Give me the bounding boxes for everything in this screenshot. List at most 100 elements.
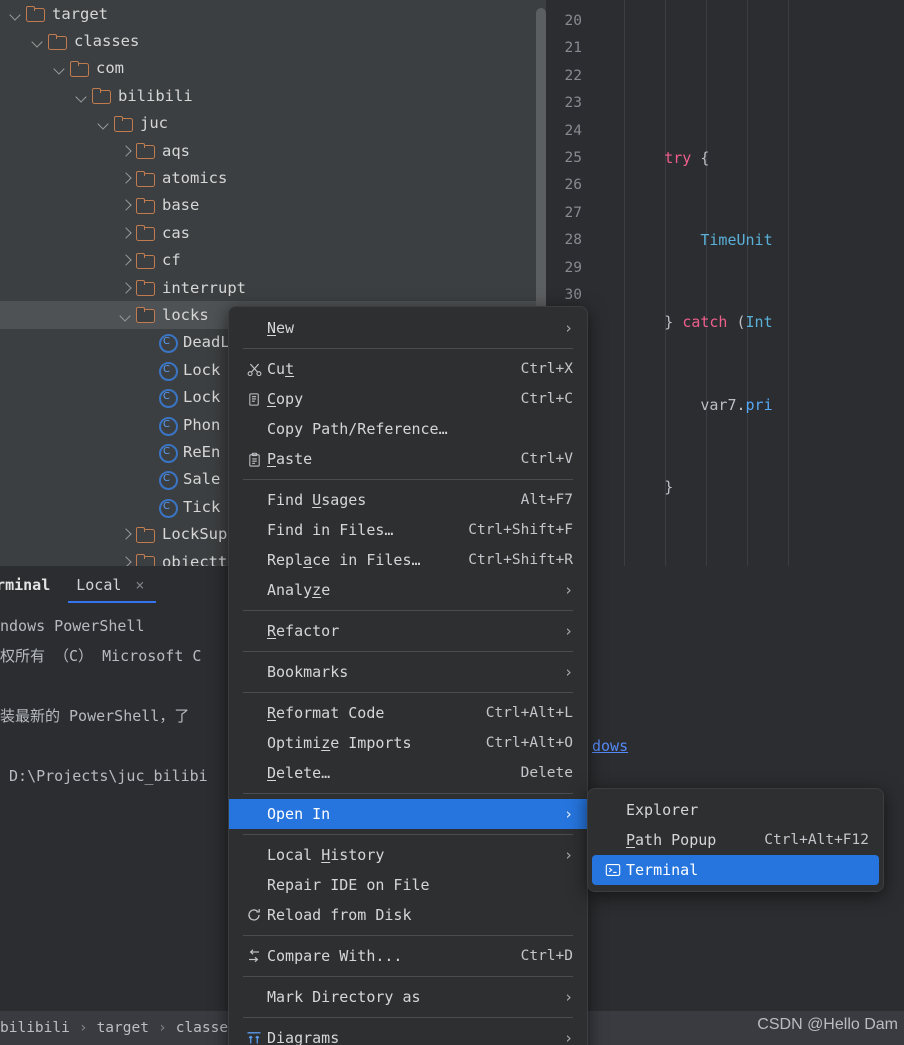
menu-item-label: Refactor xyxy=(267,622,340,640)
tree-item-aqs[interactable]: aqs xyxy=(0,137,546,164)
line-number: 29 xyxy=(564,259,582,276)
chevron-right-icon[interactable] xyxy=(118,526,134,542)
line-number: 21 xyxy=(564,40,582,57)
menu-separator xyxy=(243,793,573,794)
tree-item-label: objectth xyxy=(162,552,237,567)
chevron-right-icon[interactable] xyxy=(118,225,134,241)
tree-item-label: target xyxy=(52,4,108,23)
menu-item-cut[interactable]: Cut Ctrl+X xyxy=(229,354,587,384)
close-icon[interactable]: × xyxy=(135,576,144,594)
menu-item-copy[interactable]: Copy Ctrl+C xyxy=(229,384,587,414)
menu-separator xyxy=(243,651,573,652)
class-icon: C xyxy=(158,333,178,354)
tree-item-label: bilibili xyxy=(118,86,193,105)
chevron-right-icon[interactable] xyxy=(118,197,134,213)
menu-item-mark-directory-as[interactable]: Mark Directory as › xyxy=(229,982,587,1012)
menu-item-label: Analyze xyxy=(267,581,331,599)
folder-icon xyxy=(136,170,155,187)
menu-item-optimize-imports[interactable]: Optimize Imports Ctrl+Alt+O xyxy=(229,728,587,758)
tree-item-label: ReEn xyxy=(183,442,221,461)
menu-item-label: Bookmarks xyxy=(267,663,349,681)
menu-item-terminal[interactable]: Terminal xyxy=(592,855,879,885)
menu-item-delete[interactable]: Delete… Delete xyxy=(229,758,587,788)
class-icon: C xyxy=(158,498,178,518)
menu-item-copy-path-reference[interactable]: Copy Path/Reference… xyxy=(229,414,587,444)
menu-separator xyxy=(243,479,573,480)
tree-item-label: Tick xyxy=(183,497,221,516)
code-content[interactable]: try { TimeUnit } catch (Int var7.pri } s… xyxy=(592,8,904,566)
menu-item-compare-with[interactable]: Compare With... Ctrl+D xyxy=(229,941,587,971)
line-number: 27 xyxy=(564,204,582,221)
chevron-right-icon: › xyxy=(563,1029,573,1045)
chevron-right-icon: › xyxy=(563,319,573,337)
tree-item-com[interactable]: com xyxy=(0,55,546,82)
tree-item-cf[interactable]: cf xyxy=(0,247,546,274)
tree-item-interrupt[interactable]: interrupt xyxy=(0,274,546,301)
chevron-down-icon[interactable] xyxy=(8,6,24,22)
menu-item-shortcut: Ctrl+X xyxy=(520,361,573,377)
menu-item-label: Replace in Files… xyxy=(267,551,421,569)
chevron-right-icon[interactable] xyxy=(118,280,134,296)
menu-item-open-in[interactable]: Open In › xyxy=(229,799,587,829)
menu-item-shortcut: Ctrl+D xyxy=(520,948,573,964)
menu-item-repair-ide-on-file[interactable]: Repair IDE on File xyxy=(229,870,587,900)
menu-item-label: Local History xyxy=(267,846,385,864)
tree-item-juc[interactable]: juc xyxy=(0,110,546,137)
tree-item-base[interactable]: base xyxy=(0,192,546,219)
tree-item-cas[interactable]: cas xyxy=(0,219,546,246)
chevron-right-icon[interactable] xyxy=(118,170,134,186)
menu-item-local-history[interactable]: Local History › xyxy=(229,840,587,870)
menu-item-shortcut: Ctrl+Alt+F12 xyxy=(764,832,869,848)
menu-item-label: Find in Files… xyxy=(267,521,394,539)
menu-item-analyze[interactable]: Analyze › xyxy=(229,575,587,605)
terminal-link[interactable]: dows xyxy=(592,737,628,755)
menu-item-reload-from-disk[interactable]: Reload from Disk xyxy=(229,900,587,930)
chevron-down-icon[interactable] xyxy=(118,307,134,323)
chevron-down-icon[interactable] xyxy=(30,33,46,49)
menu-item-explorer[interactable]: Explorer xyxy=(588,795,883,825)
chevron-down-icon[interactable] xyxy=(52,60,68,76)
ide-window: target classes com bilibili juc aqs atomics bas… xyxy=(0,0,904,1045)
breadcrumb-segment[interactable]: target xyxy=(97,1020,149,1036)
menu-item-label: Compare With... xyxy=(267,947,403,965)
menu-item-find-in-files[interactable]: Find in Files… Ctrl+Shift+F xyxy=(229,515,587,545)
menu-item-diagrams[interactable]: Diagrams › xyxy=(229,1023,587,1045)
menu-item-shortcut: Ctrl+Alt+O xyxy=(485,735,573,751)
menu-item-path-popup[interactable]: Path Popup Ctrl+Alt+F12 xyxy=(588,825,883,855)
tree-item-label: atomics xyxy=(162,169,228,188)
breadcrumb-segment[interactable]: bilibili xyxy=(0,1020,70,1036)
menu-item-reformat-code[interactable]: Reformat Code Ctrl+Alt+L xyxy=(229,698,587,728)
watermark: CSDN @Hello Dam xyxy=(757,1016,898,1033)
menu-item-paste[interactable]: Paste Ctrl+V xyxy=(229,444,587,474)
terminal-tab-local[interactable]: Local × xyxy=(68,566,157,603)
menu-separator xyxy=(243,834,573,835)
chevron-down-icon[interactable] xyxy=(74,88,90,104)
code-line: try { xyxy=(664,149,710,168)
open-in-submenu[interactable]: Explorer Path Popup Ctrl+Alt+F12 Terminal xyxy=(587,788,884,892)
line-number: 26 xyxy=(564,177,582,194)
menu-item-bookmarks[interactable]: Bookmarks › xyxy=(229,657,587,687)
menu-item-label: Reformat Code xyxy=(267,704,385,722)
menu-item-label: Path Popup xyxy=(626,831,717,849)
chevron-right-icon[interactable] xyxy=(118,554,134,567)
menu-item-find-usages[interactable]: Find Usages Alt+F7 xyxy=(229,485,587,515)
menu-item-refactor[interactable]: Refactor › xyxy=(229,616,587,646)
menu-item-label: Terminal xyxy=(626,861,699,879)
tree-item-label: locks xyxy=(162,305,209,324)
breadcrumb-separator: › xyxy=(157,1020,167,1036)
chevron-right-icon[interactable] xyxy=(118,252,134,268)
context-menu[interactable]: New › Cut Ctrl+X Copy Ctrl+C Copy Path/Referen… xyxy=(228,306,588,1045)
menu-item-label: Copy xyxy=(267,390,304,408)
menu-item-replace-in-files[interactable]: Replace in Files… Ctrl+Shift+R xyxy=(229,545,587,575)
tree-item-bilibili[interactable]: bilibili xyxy=(0,82,546,109)
tree-item-classes[interactable]: classes xyxy=(0,27,546,54)
diagrams-icon xyxy=(243,1030,265,1045)
menu-item-new[interactable]: New › xyxy=(229,313,587,343)
menu-item-shortcut: Ctrl+Shift+R xyxy=(468,552,573,568)
tree-item-atomics[interactable]: atomics xyxy=(0,164,546,191)
code-editor[interactable]: 2021222324252627282930313233343536373839… xyxy=(546,0,904,566)
chevron-down-icon[interactable] xyxy=(96,115,112,131)
chevron-right-icon[interactable] xyxy=(118,143,134,159)
tree-item-target[interactable]: target xyxy=(0,0,546,27)
